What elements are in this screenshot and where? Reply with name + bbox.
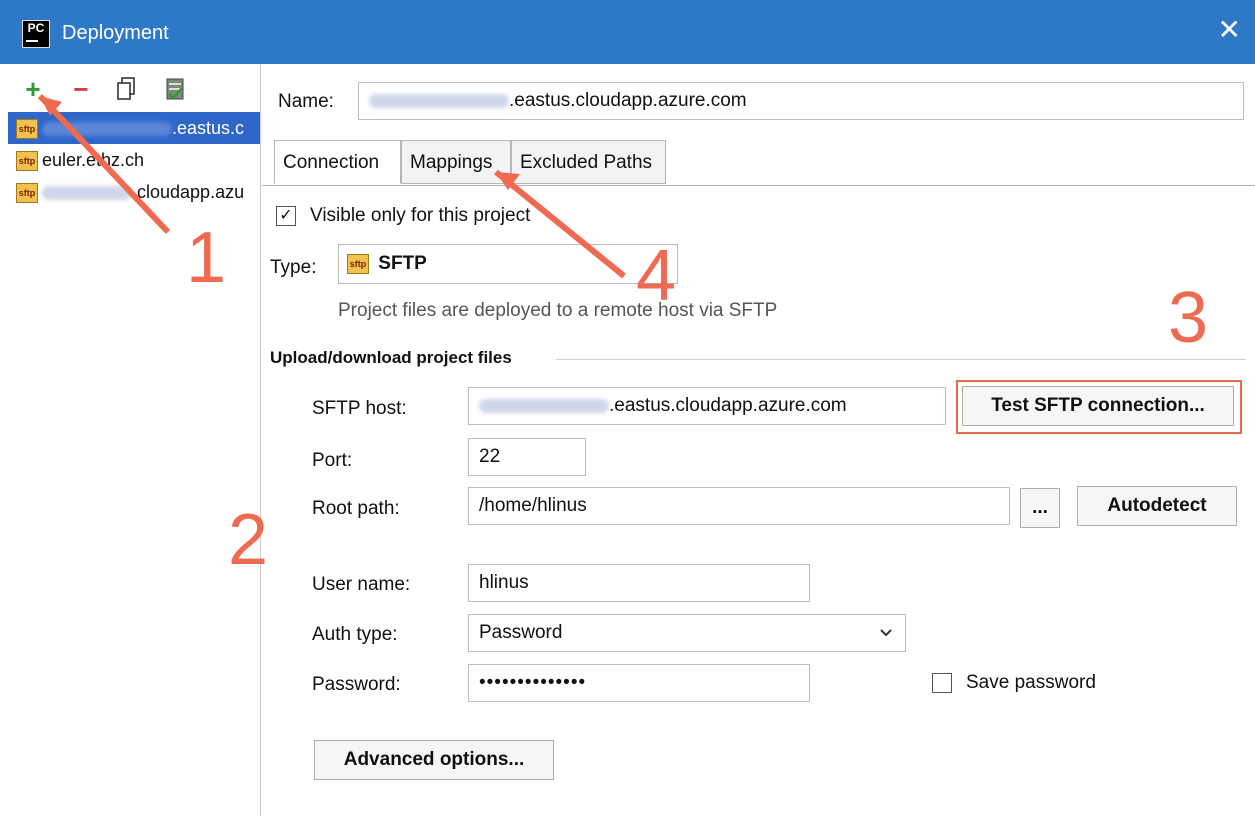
- server-item-label: .cloudapp.azu: [132, 182, 245, 202]
- type-value: SFTP: [378, 253, 427, 274]
- sftp-host-field[interactable]: .eastus.cloudapp.azure.com: [468, 387, 946, 425]
- close-icon[interactable]: ✕: [1218, 16, 1241, 44]
- annotation-3: 3: [1168, 278, 1209, 358]
- password-label: Password:: [312, 674, 401, 695]
- pycharm-app-icon: PC: [22, 20, 50, 48]
- sftp-host-value: .eastus.cloudapp.azure.com: [609, 395, 847, 416]
- sftp-icon: sftp: [16, 183, 38, 204]
- annotation-4: 4: [636, 236, 677, 316]
- set-default-icon[interactable]: [162, 76, 188, 102]
- section-title: Upload/download project files: [270, 348, 512, 367]
- save-password-checkbox[interactable]: [932, 673, 952, 693]
- server-item-selected[interactable]: sftp .eastus.c: [8, 112, 260, 144]
- sftp-icon: sftp: [16, 151, 38, 172]
- tab-mappings[interactable]: Mappings: [401, 140, 511, 184]
- port-label: Port:: [312, 450, 353, 471]
- server-list: sftp .eastus.c sftp euler.ethz.ch sftp .clo…: [8, 112, 260, 208]
- tab-connection[interactable]: Connection: [274, 140, 401, 184]
- type-description: Project files are deployed to a remote h…: [338, 300, 778, 321]
- sftp-icon: sftp: [347, 253, 369, 274]
- root-path-field[interactable]: /home/hlinus: [468, 487, 1010, 525]
- auth-type-label: Auth type:: [312, 624, 398, 645]
- remove-server-icon[interactable]: −: [68, 76, 94, 102]
- tab-excluded-paths[interactable]: Excluded Paths: [511, 140, 666, 184]
- section-divider: [556, 359, 1246, 360]
- chevron-down-icon: [879, 615, 893, 651]
- name-label: Name:: [278, 91, 334, 112]
- annotation-1: 1: [186, 218, 227, 298]
- server-item-label: euler.ethz.ch: [42, 150, 145, 170]
- title-bar: PC Deployment ✕: [0, 0, 1255, 64]
- type-select[interactable]: sftp SFTP: [338, 244, 678, 284]
- visible-only-label: Visible only for this project: [310, 205, 531, 226]
- browse-button[interactable]: ...: [1020, 488, 1060, 528]
- name-field[interactable]: .eastus.cloudapp.azure.com: [358, 82, 1244, 120]
- sftp-icon: sftp: [16, 119, 38, 140]
- save-password-label: Save password: [966, 672, 1096, 693]
- root-path-label: Root path:: [312, 498, 400, 519]
- sftp-host-label: SFTP host:: [312, 398, 407, 419]
- window-title: Deployment: [62, 22, 169, 44]
- name-field-value: .eastus.cloudapp.azure.com: [509, 90, 747, 111]
- copy-icon[interactable]: [114, 76, 140, 102]
- annotation-highlight-box: [956, 380, 1242, 434]
- sidebar-toolbar: + −: [8, 70, 260, 106]
- user-name-field[interactable]: hlinus: [468, 564, 810, 602]
- redacted-hostname: [42, 122, 172, 137]
- app-icon-text: PC: [27, 21, 45, 35]
- annotation-2: 2: [228, 500, 269, 580]
- autodetect-button[interactable]: Autodetect: [1077, 486, 1237, 526]
- visible-only-checkbox[interactable]: ✓: [276, 206, 296, 226]
- advanced-options-button[interactable]: Advanced options...: [314, 740, 554, 780]
- password-field[interactable]: ••••••••••••••: [468, 664, 810, 702]
- add-server-icon[interactable]: +: [20, 76, 46, 102]
- auth-type-value: Password: [479, 622, 563, 643]
- port-field[interactable]: 22: [468, 438, 586, 476]
- redacted-hostname: [369, 93, 509, 108]
- main-panel: Name: .eastus.cloudapp.azure.com Connect…: [262, 64, 1255, 816]
- redacted-hostname: [42, 186, 132, 201]
- redacted-hostname: [479, 398, 609, 413]
- server-item-label: .eastus.c: [172, 118, 245, 138]
- auth-type-select[interactable]: Password: [468, 614, 906, 652]
- server-item-cloudapp[interactable]: sftp .cloudapp.azu: [8, 176, 260, 208]
- server-item-euler[interactable]: sftp euler.ethz.ch: [8, 144, 260, 176]
- type-label: Type:: [270, 257, 317, 278]
- user-name-label: User name:: [312, 574, 411, 595]
- server-sidebar: + − sftp .eastus.c sftp euler.ethz.ch sftp…: [8, 64, 261, 816]
- tab-divider: [262, 185, 1255, 186]
